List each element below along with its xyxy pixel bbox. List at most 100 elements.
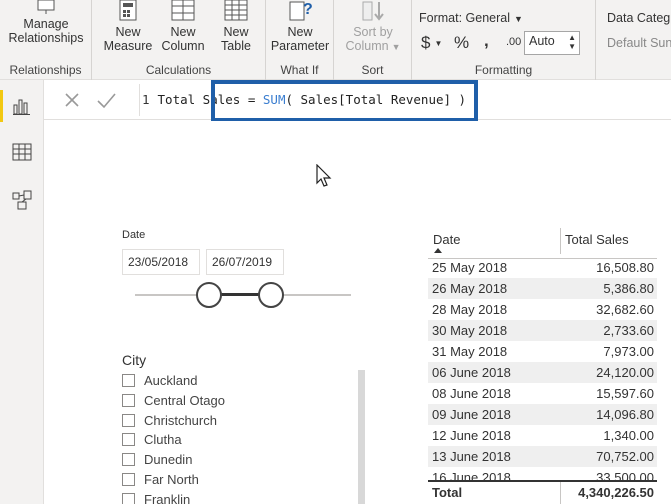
city-slicer-title: City bbox=[122, 352, 147, 368]
table-grid-icon bbox=[222, 0, 250, 22]
sort-icon bbox=[359, 0, 387, 22]
percent-button[interactable]: % bbox=[454, 33, 469, 53]
city-checkbox[interactable] bbox=[122, 374, 135, 387]
start-date-input[interactable]: 23/05/2018 bbox=[122, 249, 200, 275]
city-label: Central Otago bbox=[144, 392, 225, 408]
format-dropdown[interactable]: Format: General ▼ bbox=[419, 11, 523, 25]
report-view-button[interactable] bbox=[0, 84, 44, 128]
formatting-group-label: Formatting bbox=[474, 63, 533, 77]
table-icon bbox=[12, 143, 32, 166]
table-row[interactable]: 28 May 2018 32,682.60 bbox=[428, 299, 657, 320]
relationships-icon bbox=[32, 0, 60, 14]
new-parameter-label-2: Parameter bbox=[270, 39, 330, 53]
table-row[interactable]: 31 May 2018 7,973.00 bbox=[428, 341, 657, 362]
formula-input[interactable]: 1 Total Sales = SUM( Sales[Total Revenue]… bbox=[139, 84, 479, 116]
column-header-date[interactable]: Date bbox=[433, 232, 460, 247]
city-item[interactable]: Clutha bbox=[122, 433, 182, 451]
new-parameter-label-1: New bbox=[287, 25, 313, 39]
city-item[interactable]: Franklin bbox=[122, 491, 191, 504]
table-row[interactable]: 08 June 2018 15,597.60 bbox=[428, 383, 657, 404]
decimal-places-stepper[interactable]: Auto ▲ ▼ bbox=[524, 31, 580, 55]
end-date-input[interactable]: 26/07/2019 bbox=[206, 249, 284, 275]
city-list-scrollbar[interactable] bbox=[358, 370, 365, 504]
table-row[interactable]: 25 May 2018 16,508.80 bbox=[428, 257, 657, 278]
mouse-cursor-icon bbox=[316, 163, 332, 188]
table-row[interactable]: 09 June 2018 14,096.80 bbox=[428, 404, 657, 425]
city-item[interactable]: Central Otago bbox=[122, 392, 225, 412]
date-cell: 26 May 2018 bbox=[432, 281, 508, 296]
view-switcher bbox=[0, 80, 44, 504]
date-slicer-title: Date bbox=[122, 229, 146, 241]
total-separator bbox=[560, 482, 561, 504]
formatting-group: Format: General ▼ $ ▼ % , .00 Auto ▲ ▼ Form… bbox=[412, 0, 596, 80]
city-checkbox[interactable] bbox=[122, 453, 135, 467]
formula-function-name: SUM bbox=[262, 92, 286, 107]
formula-measure-prefix: Total Sales = bbox=[157, 92, 263, 107]
table-row[interactable]: 06 June 2018 24,120.00 bbox=[428, 362, 657, 383]
table-row[interactable]: 13 June 2018 70,752.00 bbox=[428, 446, 657, 467]
city-label: Franklin bbox=[144, 491, 191, 504]
format-label: Format: General bbox=[419, 11, 511, 25]
default-summarization-dropdown[interactable]: Default Sun bbox=[607, 36, 671, 50]
data-category-dropdown[interactable]: Data Categ bbox=[607, 11, 670, 25]
table-row[interactable]: 12 June 2018 1,340.00 bbox=[428, 425, 657, 446]
column-header-total-sales[interactable]: Total Sales bbox=[565, 232, 629, 247]
table-total-row: Total 4,340,226.50 bbox=[428, 480, 657, 504]
table-row[interactable]: 26 May 2018 5,386.80 bbox=[428, 278, 657, 299]
currency-button[interactable]: $ ▼ bbox=[421, 33, 442, 53]
new-column-button[interactable]: New Column bbox=[156, 0, 210, 53]
decimal-button[interactable]: .00 bbox=[506, 36, 521, 48]
column-separator bbox=[560, 228, 561, 254]
ribbon: Manage Relationships Relationships New M… bbox=[0, 0, 671, 80]
sort-group: Sort by Column ▼ Sort bbox=[334, 0, 412, 80]
cancel-formula-button[interactable] bbox=[60, 88, 84, 112]
new-measure-button[interactable]: New Measure bbox=[100, 0, 156, 53]
date-cell: 30 May 2018 bbox=[432, 323, 508, 338]
date-cell: 12 June 2018 bbox=[432, 428, 511, 443]
format-dropdown-icon: ▼ bbox=[514, 14, 523, 24]
model-view-button[interactable] bbox=[0, 178, 44, 222]
sales-cell: 14,096.80 bbox=[596, 407, 654, 422]
city-checkbox[interactable] bbox=[122, 393, 135, 407]
new-column-label-2: Column bbox=[161, 39, 205, 53]
calculations-group: New Measure New Column New Table Calcula… bbox=[92, 0, 266, 80]
calculator-icon bbox=[114, 0, 142, 22]
date-cell: 28 May 2018 bbox=[432, 302, 508, 317]
manage-label-1: Manage bbox=[23, 17, 69, 31]
manage-relationships-button[interactable]: Manage Relationships bbox=[4, 0, 88, 45]
city-item[interactable]: Dunedin bbox=[122, 453, 192, 471]
city-item[interactable]: Christchurch bbox=[122, 413, 217, 432]
sort-by-label-1: Sort by bbox=[353, 25, 393, 39]
date-slider-start-handle[interactable] bbox=[196, 282, 222, 308]
comma-button[interactable]: , bbox=[484, 31, 489, 51]
auto-value: Auto bbox=[529, 34, 555, 48]
new-table-button[interactable]: New Table bbox=[210, 0, 262, 53]
commit-formula-button[interactable] bbox=[94, 88, 118, 112]
city-checkbox[interactable] bbox=[122, 473, 135, 486]
date-slider-end-handle[interactable] bbox=[258, 282, 284, 308]
table-row[interactable]: 30 May 2018 2,733.60 bbox=[428, 320, 657, 341]
bar-chart-icon bbox=[13, 97, 31, 120]
city-item[interactable]: Far North bbox=[122, 473, 199, 491]
table-header: Date Total Sales bbox=[428, 225, 657, 259]
sort-by-column-button[interactable]: Sort by Column ▼ bbox=[338, 0, 408, 54]
city-checkbox[interactable] bbox=[122, 413, 135, 427]
date-cell: 31 May 2018 bbox=[432, 344, 508, 359]
sales-cell: 16,508.80 bbox=[596, 260, 654, 275]
relationships-group: Manage Relationships Relationships bbox=[0, 0, 92, 80]
formula-args: ( Sales[Total Revenue] ) bbox=[285, 92, 467, 107]
city-label: Clutha bbox=[144, 432, 182, 448]
formula-bar: 1 Total Sales = SUM( Sales[Total Revenue]… bbox=[44, 80, 671, 120]
stepper-arrows-icon[interactable]: ▲ ▼ bbox=[568, 33, 576, 51]
city-checkbox[interactable] bbox=[122, 492, 135, 504]
city-checkbox[interactable] bbox=[122, 433, 135, 447]
date-cell: 13 June 2018 bbox=[432, 449, 511, 464]
sort-dropdown-icon: ▼ bbox=[391, 42, 401, 52]
sales-cell: 1,340.00 bbox=[603, 428, 654, 443]
new-parameter-button[interactable]: ? New Parameter bbox=[268, 0, 332, 53]
city-item[interactable]: Auckland bbox=[122, 374, 197, 392]
sort-ascending-icon bbox=[434, 248, 442, 253]
data-view-button[interactable] bbox=[0, 131, 44, 175]
sales-table: Date Total Sales 25 May 2018 16,508.80 26 … bbox=[428, 225, 657, 504]
city-label: Far North bbox=[144, 472, 199, 487]
